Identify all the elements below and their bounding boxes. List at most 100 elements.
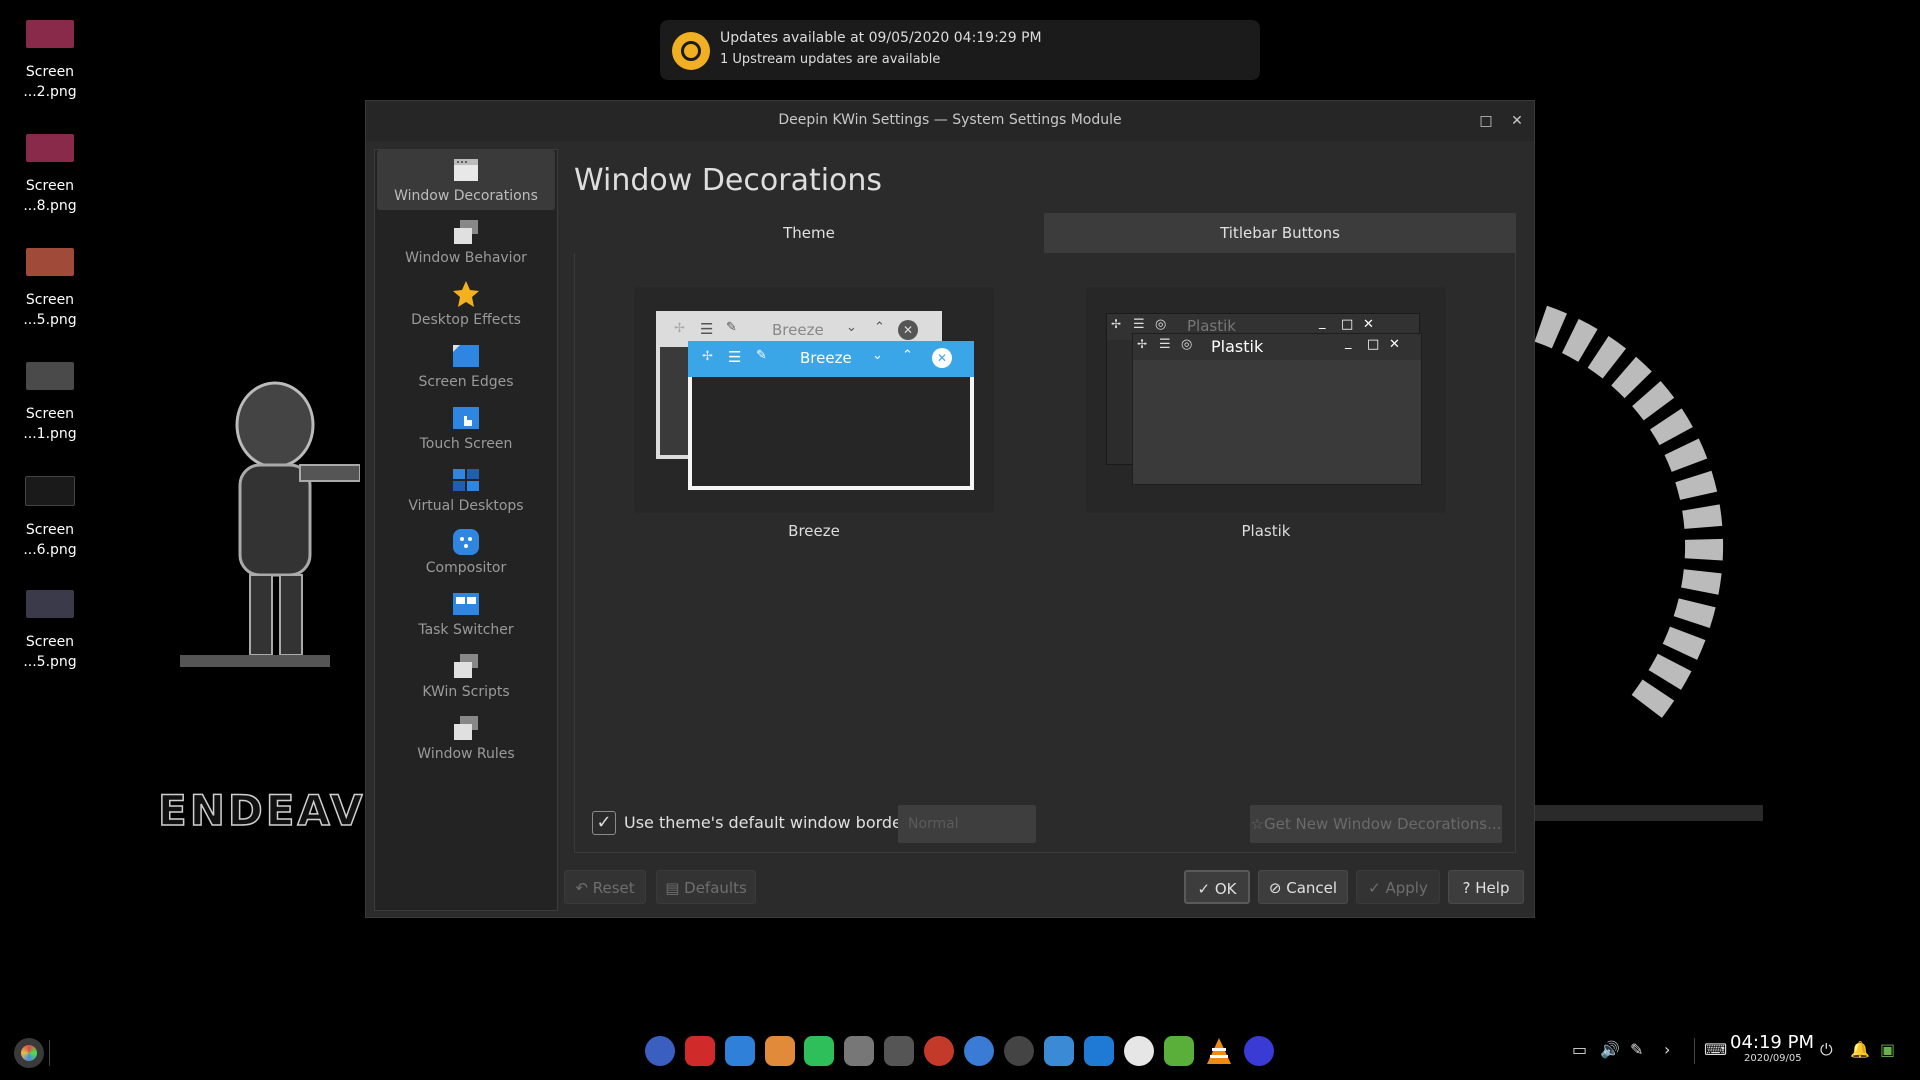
file-name-sub: ...1.png (23, 426, 77, 442)
chevron-right-icon[interactable]: › (1664, 1040, 1670, 1059)
file-name: Screen (25, 64, 75, 80)
defaults-label: Defaults (684, 879, 747, 897)
apply-button[interactable]: ✓ Apply (1356, 870, 1440, 904)
close-icon[interactable]: ✕ (1505, 109, 1529, 133)
reset-label: Reset (592, 879, 635, 897)
photos-icon[interactable] (765, 1036, 795, 1066)
desktop-file-icon[interactable]: Screen ...1.png (18, 362, 82, 444)
desktop-file-icon[interactable]: Screen ...5.png (18, 590, 82, 672)
defaults-icon: ▤ (665, 879, 685, 897)
launcher-logo-icon (21, 1045, 37, 1061)
tab-titlebar-buttons[interactable]: Titlebar Buttons (1044, 213, 1516, 253)
breeze-app-icon: ✢ (674, 321, 685, 336)
sidebar-item-touch-screen[interactable]: Touch Screen (377, 398, 555, 458)
touch-icon (453, 407, 479, 429)
page-title: Window Decorations (574, 163, 883, 198)
border-size-combo[interactable]: Normal (898, 805, 1036, 843)
power-icon[interactable]: ⏻ (1820, 1040, 1833, 1060)
paint-icon[interactable] (1124, 1036, 1154, 1066)
window-titlebar[interactable]: Deepin KWin Settings — System Settings M… (366, 101, 1534, 141)
update-notification[interactable]: Updates available at 09/05/2020 04:19:29… (660, 20, 1260, 80)
default-border-checkbox[interactable]: ✓ (592, 811, 616, 835)
sidebar-item-window-rules[interactable]: Window Rules (377, 708, 555, 768)
help-label: Help (1475, 879, 1510, 897)
store-icon[interactable] (725, 1036, 755, 1066)
plastik-app-icon: ✢ (1137, 337, 1148, 351)
music-icon[interactable] (804, 1036, 834, 1066)
sidebar-item-kwin-scripts[interactable]: KWin Scripts (377, 646, 555, 706)
sidebar-item-compositor[interactable]: Compositor (377, 522, 555, 582)
image-thumbnail-icon (26, 20, 74, 48)
help-icon: ? (1462, 879, 1476, 897)
trello-icon[interactable] (1084, 1036, 1114, 1066)
compositor-icon (453, 529, 479, 555)
sticky-icon: ◎ (1155, 317, 1167, 332)
close-icon: ✕ (932, 348, 952, 368)
breeze-active-window: ✢ ☰ ✎ Breeze ⌄ ⌃ ✕ (688, 341, 974, 490)
bell-icon[interactable]: 🔔 (1850, 1040, 1870, 1059)
sidebar-item-label: Window Behavior (405, 250, 527, 266)
theme-name-plastik: Plastik (1241, 522, 1291, 540)
volume-icon[interactable]: 🔊 (1600, 1040, 1620, 1059)
settings-window: Deepin KWin Settings — System Settings M… (365, 100, 1535, 918)
help-button[interactable]: ? Help (1448, 870, 1524, 904)
chevron-down-icon: ⌄ (872, 348, 883, 363)
close-icon: ✕ (1389, 337, 1400, 352)
sidebar-item-window-decorations[interactable]: Window Decorations (377, 150, 555, 210)
desktop-icon[interactable] (1044, 1036, 1074, 1066)
file-name: Screen (25, 634, 75, 650)
sidebar-item-label: Screen Edges (418, 374, 514, 390)
defaults-button[interactable]: ▤ Defaults (656, 870, 756, 904)
launcher-icon[interactable] (14, 1038, 44, 1068)
plastik-active-window: ✢ ☰ ◎ Plastik _ □ ✕ (1132, 333, 1422, 485)
sidebar-item-label: Task Switcher (418, 622, 514, 638)
inkscape-icon[interactable] (884, 1036, 914, 1066)
sidebar-item-label: Compositor (425, 560, 507, 576)
terminal-icon[interactable] (685, 1036, 715, 1066)
vlc-icon[interactable] (1204, 1036, 1234, 1066)
updates-icon[interactable]: ▣ (1880, 1040, 1895, 1059)
image-thumbnail-icon (26, 134, 74, 162)
app-red-icon[interactable] (924, 1036, 954, 1066)
file-name-sub: ...5.png (23, 654, 77, 670)
leaf-icon[interactable] (1164, 1036, 1194, 1066)
steam-icon[interactable] (1004, 1036, 1034, 1066)
file-name: Screen (25, 522, 75, 538)
clock-time[interactable]: 04:19 PM (1730, 1032, 1814, 1053)
desktop-file-icon[interactable]: Screen ...5.png (18, 248, 82, 330)
ok-button[interactable]: ✓ OK (1184, 870, 1250, 904)
sidebar-item-label: Virtual Desktops (408, 498, 524, 514)
sidebar-item-window-behavior[interactable]: Window Behavior (377, 212, 555, 272)
desktop-file-icon[interactable]: Screen ...6.png (18, 476, 82, 560)
sidebar-item-desktop-effects[interactable]: Desktop Effects (377, 274, 555, 334)
sidebar-item-virtual-desktops[interactable]: Virtual Desktops (377, 460, 555, 520)
chromium-icon[interactable] (964, 1036, 994, 1066)
sidebar-item-task-switcher[interactable]: Task Switcher (377, 584, 555, 644)
keyboard-icon[interactable]: ⌨ (1704, 1040, 1727, 1059)
file-name-sub: ...6.png (23, 542, 77, 558)
sidebar-item-label: Desktop Effects (411, 312, 521, 328)
sidebar-item-screen-edges[interactable]: Screen Edges (377, 336, 555, 396)
window-icon[interactable]: ▭ (1572, 1040, 1587, 1059)
desktop-file-icon[interactable]: Screen ...2.png (18, 20, 82, 102)
get-new-decorations-button[interactable]: ☆Get New Window Decorations... (1250, 805, 1502, 843)
close-icon: ✕ (898, 320, 918, 340)
notification-body: 1 Upstream updates are available (720, 52, 941, 67)
virtual-desktops-icon (453, 469, 479, 491)
monitor-icon[interactable] (1244, 1036, 1274, 1066)
pen-icon[interactable]: ✎ (1630, 1040, 1643, 1059)
theme-preview-breeze[interactable]: ✢ ☰ ✎ Breeze ⌄ ⌃ ✕ ✢ ☰ ✎ Breeze ⌄ ⌃ ✕ (634, 287, 994, 513)
settings-sidebar: Window Decorations Window Behavior Deskt… (374, 149, 558, 911)
settings-icon[interactable] (645, 1036, 675, 1066)
maximize-icon[interactable]: □ (1474, 109, 1498, 133)
cancel-icon: ⊘ (1268, 879, 1287, 897)
file-name-sub: ...2.png (23, 84, 77, 100)
game-icon[interactable] (844, 1036, 874, 1066)
theme-preview-plastik[interactable]: ✢ ☰ ◎ Plastik _ □ ✕ ✢ ☰ ◎ Plastik _ □ ✕ (1086, 287, 1446, 513)
reset-button[interactable]: ↶ Reset (564, 870, 646, 904)
file-name: Screen (25, 178, 75, 194)
desktop-file-icon[interactable]: Screen ...8.png (18, 134, 82, 216)
cancel-button[interactable]: ⊘ Cancel (1258, 870, 1348, 904)
menu-icon: ☰ (728, 348, 742, 366)
tab-theme[interactable]: Theme (574, 213, 1044, 253)
